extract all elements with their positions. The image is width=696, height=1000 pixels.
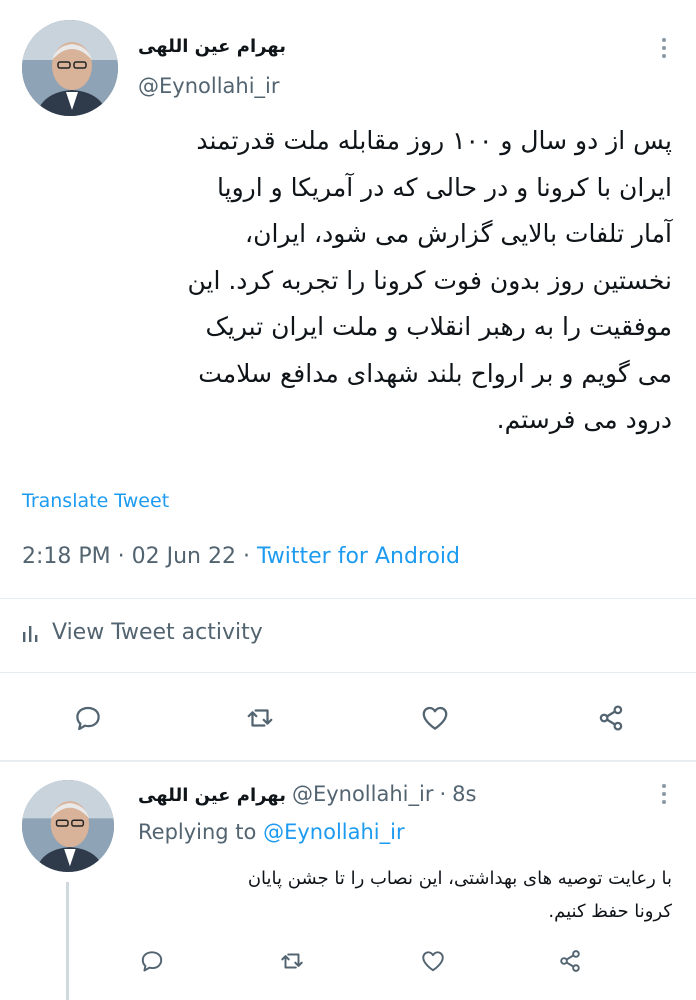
replying-to-prefix: Replying to [138,820,257,844]
like-button[interactable] [419,703,451,733]
reply-icon [141,951,163,972]
avatar-image [22,20,118,116]
replying-to-handle[interactable]: @Eynollahi_ir [263,820,405,844]
meta-dot: · [439,782,447,806]
reply-header: بهرام عین اللهی @Eynollahi_ir · 8s [138,782,476,806]
meta-separator: · [110,544,132,569]
view-tweet-activity[interactable]: View Tweet activity [22,620,263,645]
thread-line [66,882,69,1000]
retweet-button[interactable] [245,703,275,733]
reply-author-handle[interactable]: @Eynollahi_ir [292,782,434,806]
more-icon[interactable] [661,38,667,62]
tweet-metadata: 2:18 PM · 02 Jun 22 · Twitter for Androi… [22,544,460,569]
tweet-line: نخستین روز بدون فوت کرونا را تجربه کرد. … [187,265,672,295]
reply-avatar[interactable] [22,780,114,872]
translate-tweet-link[interactable]: Translate Tweet [22,490,169,512]
author-name[interactable]: بهرام عین اللهی [138,36,286,57]
avatar[interactable] [22,20,118,116]
retweet-icon [281,953,303,969]
tweet-line: می گویم و بر ارواح بلند شهدای مدافع سلام… [198,358,672,388]
reply-retweet-button[interactable] [279,948,305,974]
view-tweet-activity-label: View Tweet activity [52,620,263,645]
divider [0,760,696,762]
reply-reply-button[interactable] [139,948,165,974]
reply-button[interactable] [73,703,103,733]
share-icon [599,705,623,731]
tweet-source-link[interactable]: Twitter for Android [257,544,460,569]
tweet-date: 02 Jun 22 [131,544,236,569]
divider [0,672,696,673]
author-handle[interactable]: @Eynollahi_ir [138,74,280,98]
tweet-text: پس از دو سال و ۱۰۰ روز مقابله ملت قدرتمن… [12,118,672,444]
reply-line: کرونا حفظ کنیم. [548,901,672,922]
avatar-image [22,780,114,872]
reply-author-name[interactable]: بهرام عین اللهی [138,785,286,806]
reply-more-icon[interactable] [661,784,667,808]
reply-share-button[interactable] [557,948,583,974]
tweet-line: درود می فرستم. [496,405,672,434]
reply-like-button[interactable] [419,948,447,974]
share-icon [560,950,580,972]
analytics-icon [23,625,38,642]
reply-icon [76,706,100,731]
divider [0,598,696,599]
tweet-line: موفقیت را به رهبر انقلاب و ملت ایران تبر… [205,312,672,341]
meta-separator: · [236,544,257,569]
like-icon [422,951,444,972]
tweet-line: ایران با کرونا و در حالی که در آمریکا و … [217,172,672,202]
reply-line: با رعایت توصیه های بهداشتی، این نصاب را … [247,868,672,889]
tweet-line: پس از دو سال و ۱۰۰ روز مقابله ملت قدرتمن… [196,126,672,155]
reply-timestamp[interactable]: 8s [452,782,476,806]
retweet-icon [247,709,273,727]
share-button[interactable] [596,703,626,733]
tweet-time: 2:18 PM [22,544,111,569]
replying-to: Replying to @Eynollahi_ir [138,820,405,844]
tweet-line: آمار تلفات بالایی گزارش می شود، ایران، [245,219,672,248]
like-icon [422,706,448,730]
reply-text: با رعایت توصیه های بهداشتی، این نصاب را … [132,862,672,928]
